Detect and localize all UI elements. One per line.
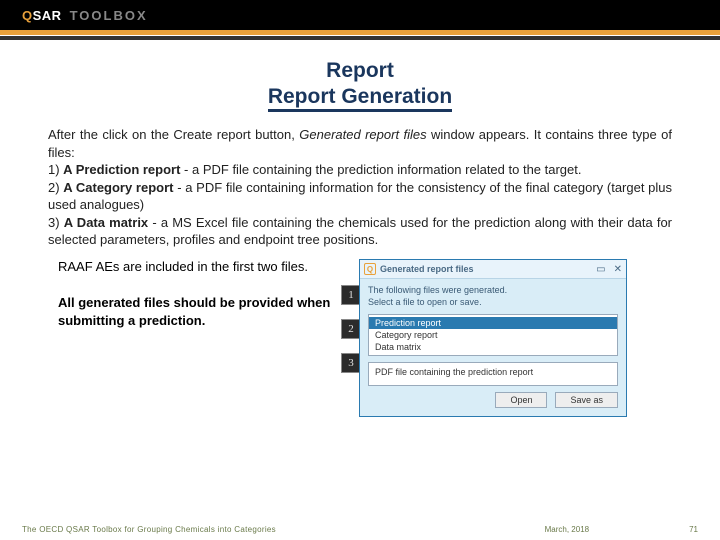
li1-num: 1)	[48, 162, 63, 177]
dialog-title: Generated report files	[380, 264, 596, 274]
minimize-icon[interactable]: ▭	[596, 264, 605, 275]
open-button[interactable]: Open	[495, 392, 547, 408]
list-item[interactable]: Prediction report	[369, 317, 617, 329]
dialog-message: The following files were generated. Sele…	[368, 285, 618, 308]
footer-left-text: The OECD QSAR Toolbox for Grouping Chemi…	[22, 525, 545, 534]
page-number: 71	[689, 525, 698, 534]
file-description: PDF file containing the prediction repor…	[368, 362, 618, 386]
generated-files-dialog: Q Generated report files ▭ ✕ The followi…	[359, 259, 627, 417]
list-item-3: 3) A Data matrix - a MS Excel file conta…	[48, 214, 672, 249]
callout-3: 3	[341, 353, 361, 373]
dialog-msg-line2: Select a file to open or save.	[368, 297, 618, 309]
logo-q-letter: Q	[22, 8, 33, 23]
li2-bold: A Category report	[63, 180, 173, 195]
app-icon: Q	[364, 263, 376, 275]
li1-tail: - a PDF file containing the prediction i…	[180, 162, 581, 177]
dialog-msg-line1: The following files were generated.	[368, 285, 618, 297]
slide-footer: The OECD QSAR Toolbox for Grouping Chemi…	[0, 525, 720, 534]
app-header: QSAR TOOLBOX	[0, 0, 720, 30]
save-as-button[interactable]: Save as	[555, 392, 618, 408]
files-listbox[interactable]: Prediction report Category report Data m…	[368, 314, 618, 356]
li1-bold: A Prediction report	[63, 162, 180, 177]
page-subtitle: Report Generation	[268, 85, 452, 112]
li3-num: 3)	[48, 215, 64, 230]
note-raaf: RAAF AEs are included in the first two f…	[58, 259, 353, 274]
intro-paragraph: After the click on the Create report but…	[48, 126, 672, 161]
intro-lead: After the click on the Create report but…	[48, 127, 299, 142]
list-item[interactable]: Data matrix	[369, 341, 617, 353]
slide-content: Report Report Generation After the click…	[0, 40, 720, 417]
logo-sar-text: SAR	[33, 8, 62, 23]
footer-date: March, 2018	[545, 525, 589, 534]
callout-1: 1	[341, 285, 361, 305]
list-item-1: 1) A Prediction report - a PDF file cont…	[48, 161, 672, 179]
list-item-2: 2) A Category report - a PDF file contai…	[48, 179, 672, 214]
note-submit: All generated files should be provided w…	[58, 294, 353, 329]
li3-bold: A Data matrix	[64, 215, 148, 230]
li2-num: 2)	[48, 180, 63, 195]
callout-2: 2	[341, 319, 361, 339]
page-title: Report	[48, 58, 672, 83]
logo-toolbox-text: TOOLBOX	[70, 8, 148, 23]
intro-italic: Generated report files	[299, 127, 426, 142]
list-item[interactable]: Category report	[369, 329, 617, 341]
dialog-titlebar: Q Generated report files ▭ ✕	[360, 260, 626, 279]
close-icon[interactable]: ✕	[614, 264, 622, 275]
app-logo: QSAR TOOLBOX	[22, 8, 148, 23]
